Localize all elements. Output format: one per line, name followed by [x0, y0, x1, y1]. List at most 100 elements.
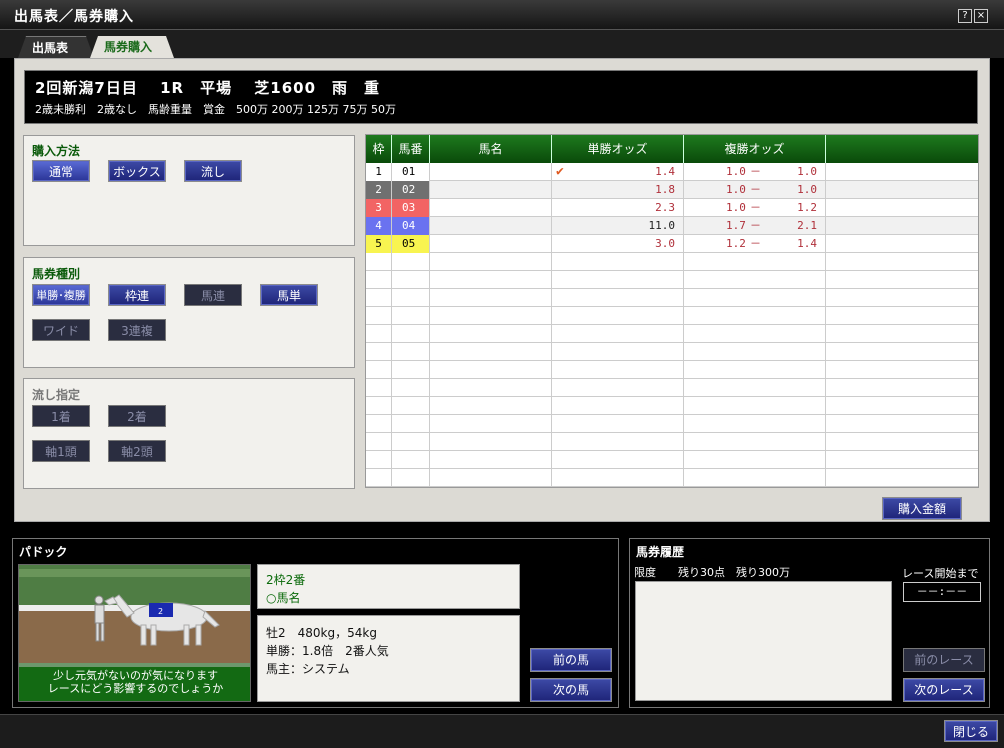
table-row[interactable]: 1 01 ✔ 1.4 1.0 － 1.0 [366, 163, 978, 181]
cell-place-odds [684, 289, 826, 307]
method-nagashi-button[interactable]: 流し [184, 160, 242, 182]
cell-extra [826, 163, 978, 181]
table-row [366, 289, 978, 307]
table-row [366, 433, 978, 451]
cell-win-odds [552, 415, 684, 433]
type-sanrenpuku-button[interactable]: 3連複 [108, 319, 166, 341]
type-win-place-button[interactable]: 単勝･複勝 [32, 284, 90, 306]
cell-place-odds [684, 325, 826, 343]
horse-sex-weight: 牡2 480kg，54kg [266, 626, 377, 640]
cell-waku: 1 [366, 163, 392, 181]
horse-win-odds: 単勝：1.8倍 2番人気 [266, 644, 389, 658]
table-row[interactable]: 2 02 1.8 1.0 － 1.0 [366, 181, 978, 199]
table-row[interactable]: 3 03 2.3 1.0 － 1.2 [366, 199, 978, 217]
cell-place-odds: 1.2 － 1.4 [684, 235, 826, 253]
tab-shutsubahyo[interactable]: 出馬表 [18, 36, 94, 58]
cell-place-odds [684, 433, 826, 451]
cell-umaban [392, 325, 430, 343]
cell-place-odds [684, 415, 826, 433]
cell-extra [826, 379, 978, 397]
win-odds-value: 1.8 [655, 183, 675, 196]
next-race-button[interactable]: 次のレース [903, 678, 985, 702]
race-header: 2回新潟7日目 1R 平場 芝1600 雨 重 2歳未勝利 2歳なし 馬齢重量 … [24, 70, 978, 124]
close-window-button[interactable]: × [974, 9, 988, 23]
place-odds-high: 2.1 [797, 219, 817, 232]
method-normal-button[interactable]: 通常 [32, 160, 90, 182]
cell-waku: 2 [366, 181, 392, 199]
cell-extra [826, 199, 978, 217]
cell-extra [826, 469, 978, 487]
race-info: 2歳未勝利 2歳なし 馬齢重量 賞金 500万 200万 125万 75万 50… [35, 103, 396, 116]
prev-horse-button[interactable]: 前の馬 [530, 648, 612, 672]
cell-win-odds: 11.0 [552, 217, 684, 235]
cell-extra [826, 325, 978, 343]
next-horse-button[interactable]: 次の馬 [530, 678, 612, 702]
paddock-label: パドック [19, 545, 68, 559]
col-waku: 枠 [366, 135, 392, 163]
cell-horse-name [430, 415, 552, 433]
cell-waku [366, 415, 392, 433]
cell-horse-name [430, 379, 552, 397]
nagashi-second-button[interactable]: 2着 [108, 405, 166, 427]
place-odds-high: 1.4 [797, 237, 817, 250]
cell-win-odds [552, 307, 684, 325]
countdown-display: －－:－－ [903, 582, 981, 602]
cell-horse-name [430, 289, 552, 307]
table-row [366, 397, 978, 415]
table-row [366, 415, 978, 433]
method-box-button[interactable]: ボックス [108, 160, 166, 182]
cell-horse-name [430, 361, 552, 379]
cell-place-odds [684, 307, 826, 325]
ticket-type-panel: 馬券種別 単勝･複勝 枠連 馬連 馬単 ワイド 3連複 [23, 257, 355, 368]
cell-umaban: 03 [392, 199, 430, 217]
prev-race-button[interactable]: 前のレース [903, 648, 985, 672]
cell-place-odds [684, 343, 826, 361]
cell-umaban [392, 271, 430, 289]
cell-win-odds [552, 433, 684, 451]
close-button[interactable]: 閉じる [944, 720, 998, 742]
buy-amount-button[interactable]: 購入金額 [882, 497, 962, 520]
place-odds-low: 1.2 [726, 237, 746, 250]
cell-win-odds [552, 343, 684, 361]
history-list[interactable] [635, 581, 892, 701]
col-place-odds: 複勝オッズ [684, 135, 826, 163]
cell-umaban: 04 [392, 217, 430, 235]
type-wide-button[interactable]: ワイド [32, 319, 90, 341]
nagashi-axis2-button[interactable]: 軸2頭 [108, 440, 166, 462]
cell-extra [826, 271, 978, 289]
cell-umaban [392, 433, 430, 451]
help-button[interactable]: ? [958, 9, 972, 23]
horse-name-label: ○馬名 [266, 591, 301, 605]
cell-umaban [392, 379, 430, 397]
countdown-label: レース開始まで [902, 567, 979, 580]
cell-waku [366, 271, 392, 289]
paddock-image: 2 少し元気がないのが気になります レースにどう影響するのでしょうか [18, 564, 251, 702]
nagashi-first-button[interactable]: 1着 [32, 405, 90, 427]
cell-horse-name [430, 253, 552, 271]
place-odds-low: 1.0 [726, 201, 746, 214]
cell-win-odds: 2.3 [552, 199, 684, 217]
cell-extra [826, 181, 978, 199]
cell-horse-name [430, 271, 552, 289]
nagashi-axis1-button[interactable]: 軸1頭 [32, 440, 90, 462]
cell-umaban [392, 451, 430, 469]
cell-place-odds [684, 397, 826, 415]
table-row [366, 253, 978, 271]
table-row[interactable]: 4 04 11.0 1.7 － 2.1 [366, 217, 978, 235]
type-umatan-button[interactable]: 馬単 [260, 284, 318, 306]
win-odds-value: 3.0 [655, 237, 675, 250]
cell-waku [366, 307, 392, 325]
cell-extra [826, 397, 978, 415]
type-umaren-button[interactable]: 馬連 [184, 284, 242, 306]
table-row[interactable]: 5 05 3.0 1.2 － 1.4 [366, 235, 978, 253]
cell-horse-name [430, 181, 552, 199]
nagashi-panel: 流し指定 1着 2着 軸1頭 軸2頭 [23, 378, 355, 489]
selected-check-icon: ✔ [556, 164, 564, 179]
tab-baken-purchase[interactable]: 馬券購入 [90, 36, 174, 58]
type-wakuren-button[interactable]: 枠連 [108, 284, 166, 306]
paddock-comment: 少し元気がないのが気になります レースにどう影響するのでしょうか [47, 669, 224, 695]
cell-place-odds [684, 271, 826, 289]
cell-waku [366, 361, 392, 379]
cell-umaban: 05 [392, 235, 430, 253]
cell-win-odds: ✔ 1.4 [552, 163, 684, 181]
